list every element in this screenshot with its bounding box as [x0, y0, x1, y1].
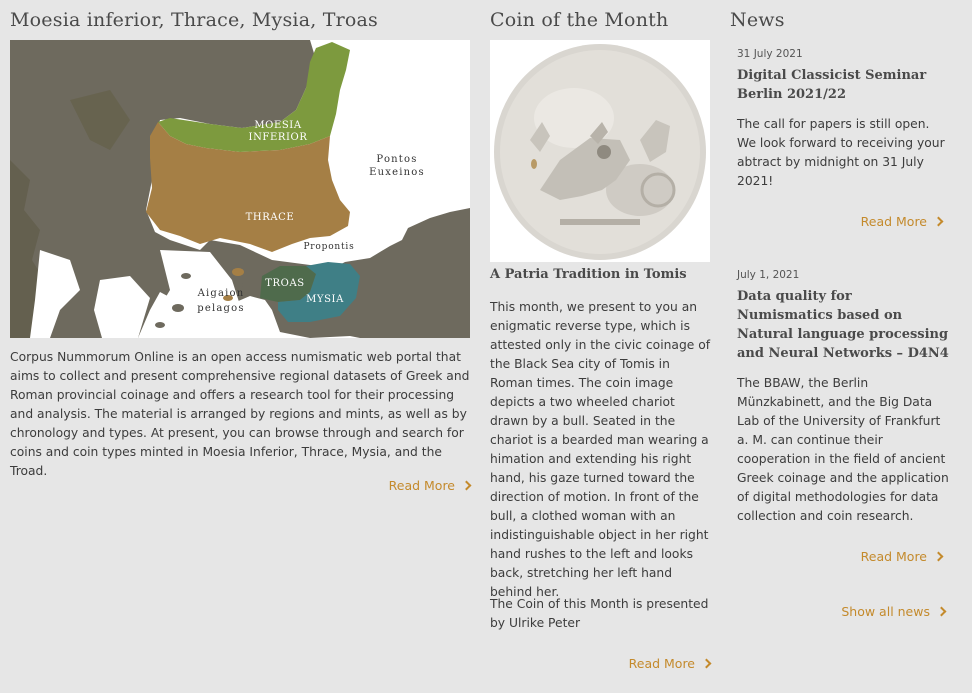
show-all-news-label: Show all news: [841, 604, 930, 619]
news-title-link[interactable]: Digital Classicist Seminar Berlin 2021/2…: [737, 66, 949, 104]
regions-read-more-link[interactable]: Read More: [388, 478, 472, 493]
news-read-more-label: Read More: [860, 214, 927, 229]
map-label-moesia-2: INFERIOR: [249, 132, 308, 143]
news-date: July 1, 2021: [737, 269, 800, 281]
coin-read-more-label: Read More: [628, 656, 695, 671]
news-column: News 31 July 2021 Digital Classicist Sem…: [730, 0, 949, 619]
coin-column: Coin of the Month A Patria Tradition in …: [490, 0, 712, 671]
regions-read-more-label: Read More: [388, 478, 455, 493]
chevron-right-icon: [936, 606, 947, 617]
news-section-title: News: [730, 9, 785, 31]
show-all-news-link[interactable]: Show all news: [841, 604, 947, 619]
chevron-right-icon: [933, 216, 944, 227]
coin-read-more-link[interactable]: Read More: [628, 656, 712, 671]
news-text: The call for papers is still open. We lo…: [737, 117, 945, 188]
coin-section-title: Coin of the Month: [490, 9, 669, 31]
news-read-more-label: Read More: [860, 549, 927, 564]
map-label-pontos-1: Pontos: [376, 154, 417, 165]
chevron-right-icon: [461, 480, 472, 491]
coin-description: This month, we present to you an enigmat…: [490, 300, 711, 599]
map-label-mysia: MYSIA: [306, 294, 344, 305]
map-label-troas: TROAS: [265, 278, 304, 289]
news-item: July 1, 2021 Data quality for Numismatic…: [737, 268, 949, 526]
region-map[interactable]: MOESIA INFERIOR THRACE TROAS MYSIA Ponto…: [10, 40, 470, 338]
coin-credit: The Coin of this Month is presented by U…: [490, 597, 709, 630]
map-label-propontis: Propontis: [303, 242, 354, 252]
regions-description: Corpus Nummorum Online is an open access…: [10, 350, 470, 478]
news-read-more-link-1[interactable]: Read More: [860, 214, 944, 229]
coin-heading: A Patria Tradition in Tomis: [490, 267, 687, 282]
regions-column: Moesia inferior, Thrace, Mysia, Troas MO…: [10, 0, 472, 493]
news-title-link[interactable]: Data quality for Numismatics based on Na…: [737, 287, 949, 363]
map-label-moesia-1: MOESIA: [254, 120, 302, 131]
map-label-pontos-2: Euxeinos: [369, 167, 425, 178]
news-item: 31 July 2021 Digital Classicist Seminar …: [737, 47, 949, 191]
map-label-aigaion-2: pelagos: [197, 303, 244, 314]
map-label-aigaion-1: Aigaion: [197, 288, 245, 299]
coin-image[interactable]: [490, 40, 710, 262]
map-label-thrace: THRACE: [246, 212, 295, 223]
news-text: The BBAW, the Berlin Münzkabinett, and t…: [737, 376, 949, 523]
news-read-more-link-2[interactable]: Read More: [860, 549, 944, 564]
regions-title: Moesia inferior, Thrace, Mysia, Troas: [10, 9, 378, 31]
news-date: 31 July 2021: [737, 48, 803, 60]
chevron-right-icon: [933, 551, 944, 562]
chevron-right-icon: [701, 658, 712, 669]
